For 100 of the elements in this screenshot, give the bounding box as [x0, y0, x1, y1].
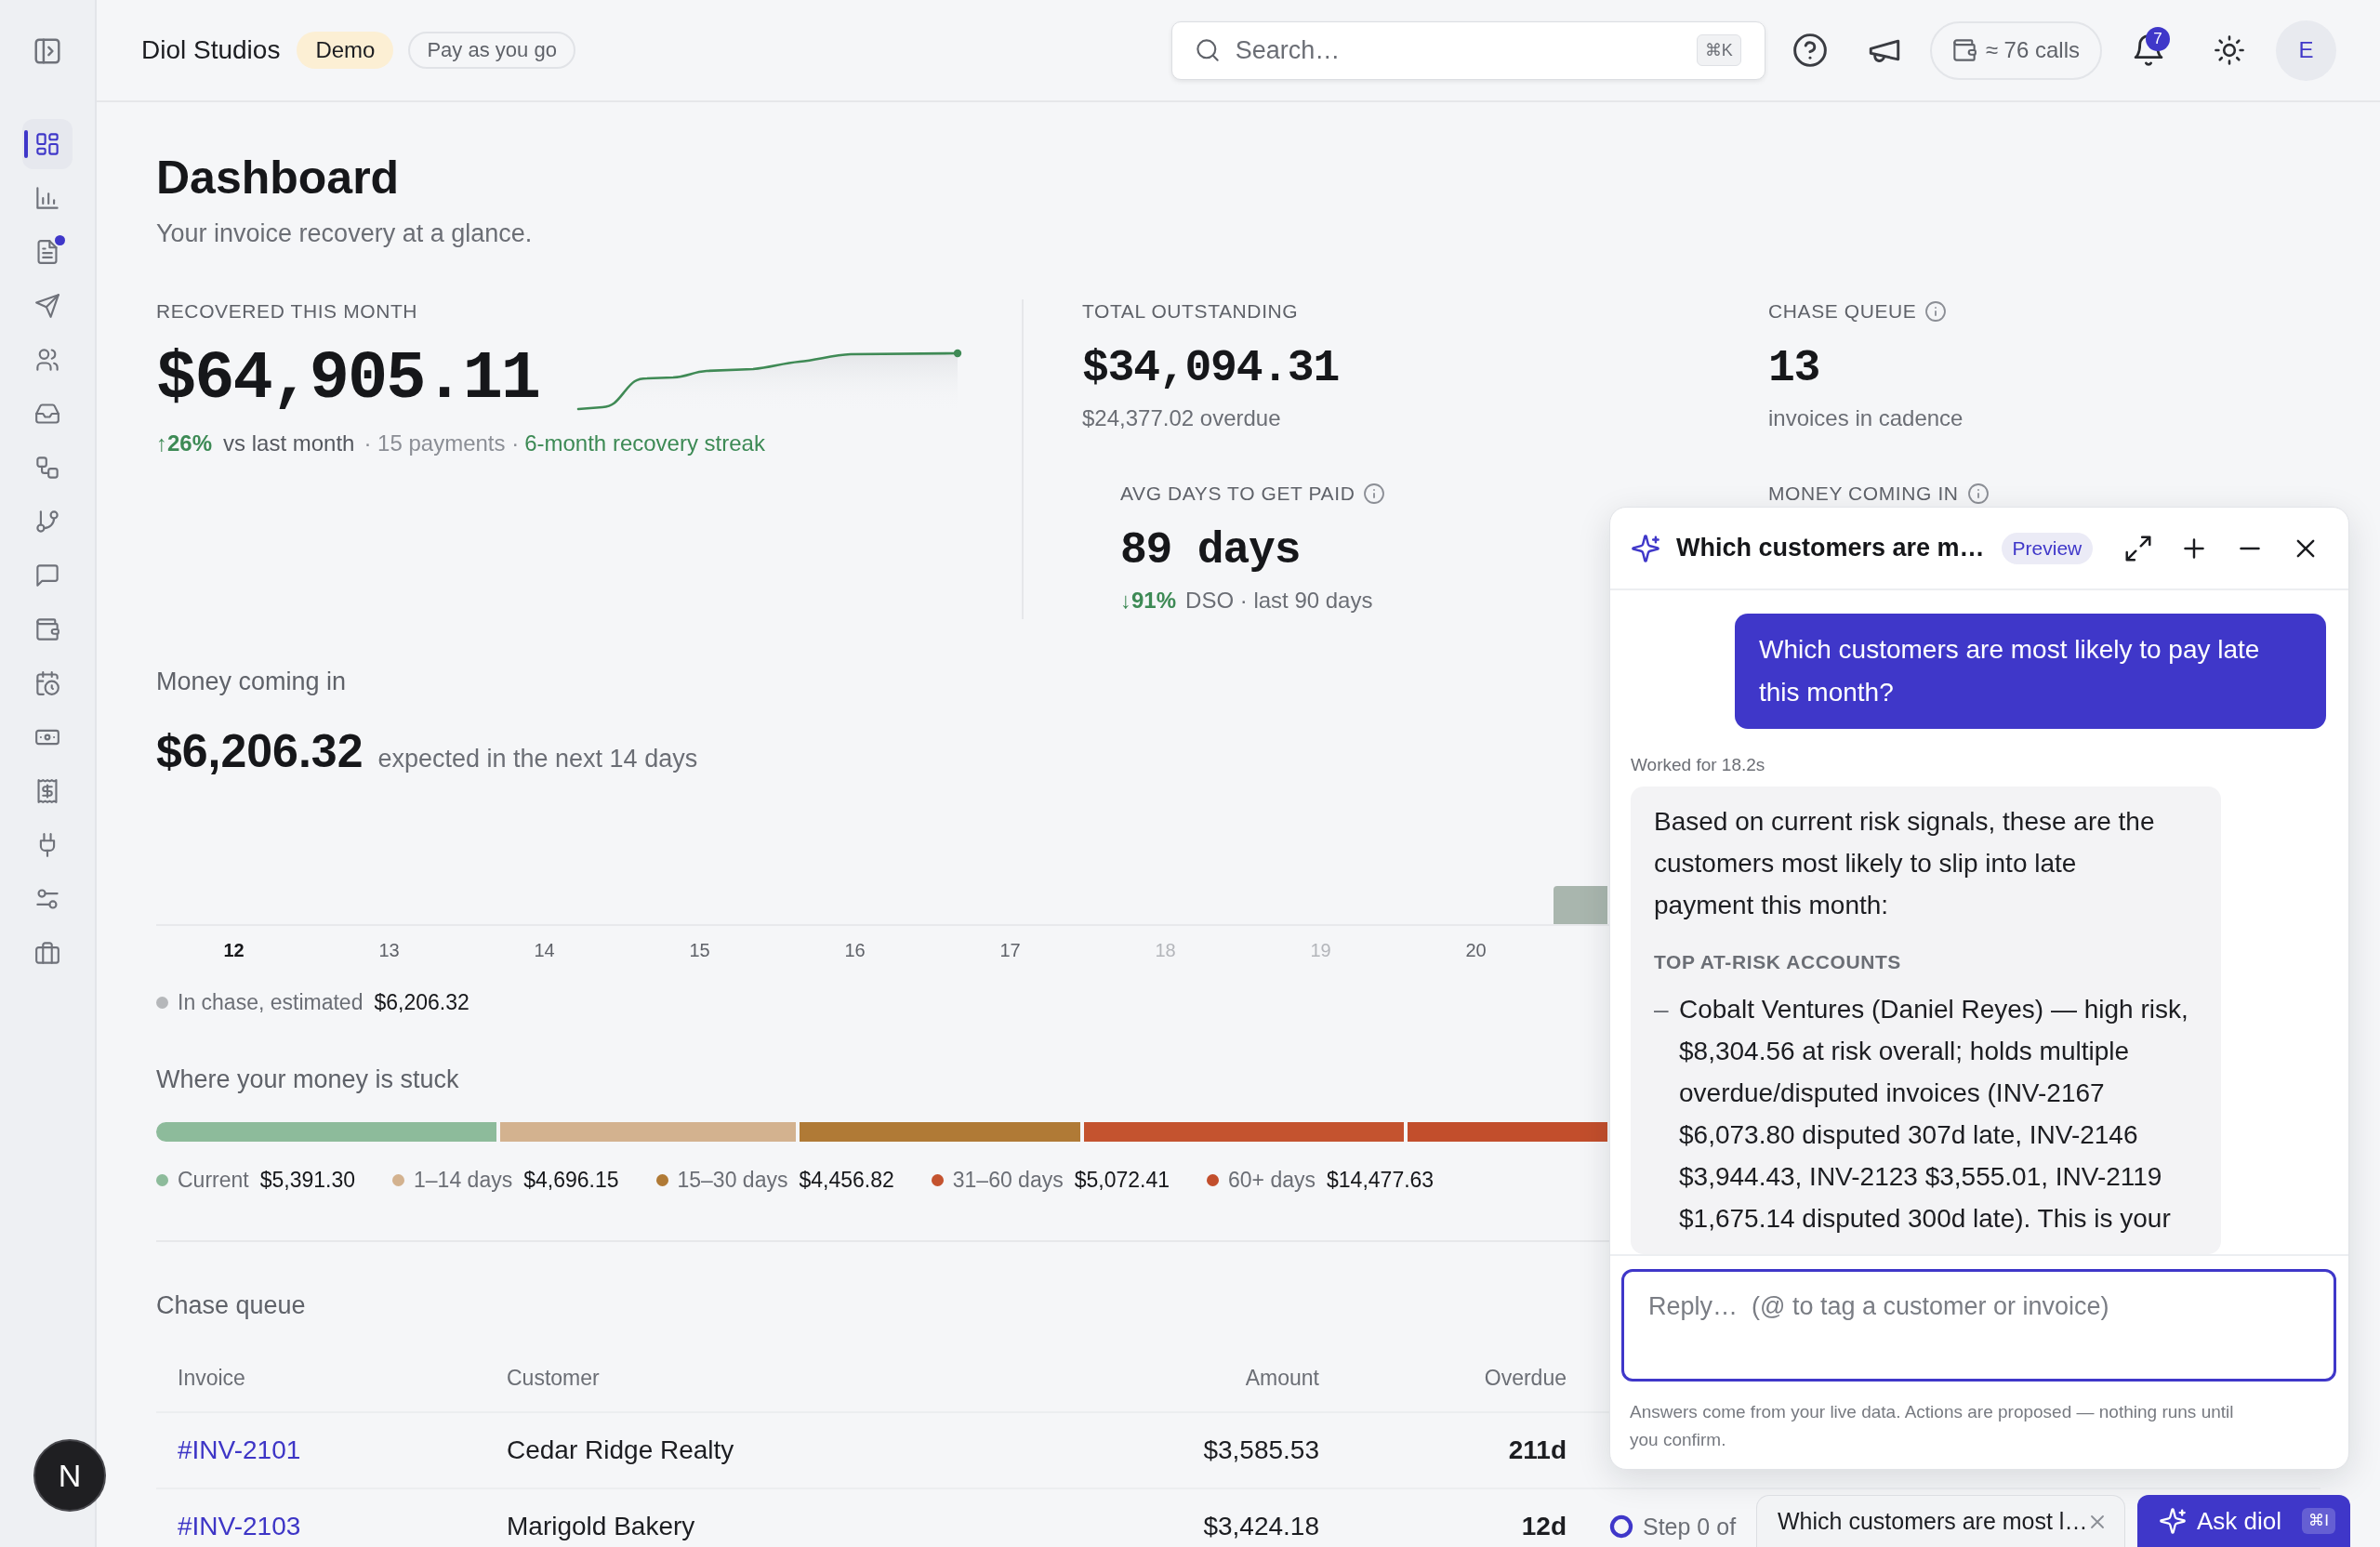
axis-label: 13	[378, 939, 400, 961]
table-cell: Cedar Ridge Realty	[507, 1435, 734, 1465]
legend-label: 15–30 days	[677, 1167, 788, 1193]
stat-caption: $24,377.02 overdue	[1082, 404, 1281, 432]
grid-icon[interactable]	[35, 132, 60, 156]
step-status: Step 0 of	[1643, 1513, 1737, 1540]
status-text: Worked for 18.2s	[1631, 754, 1765, 776]
change-indicator: ↑26%	[156, 430, 213, 457]
forecast-caption: expected in the next 14 days	[377, 745, 698, 774]
message-paragraph: Based on current risk signals, these are the customers most likely to slip into late payment this month:	[1654, 806, 2156, 921]
list-marker: –	[1654, 994, 1670, 1025]
stat-label: MONEY COMING IN	[1768, 482, 1959, 506]
axis-label: 12	[223, 939, 245, 961]
sliders-icon[interactable]	[35, 887, 60, 911]
user-message: Which customers are most likely to pay late this month?	[1735, 614, 2326, 729]
stat-caption: invoices in cadence	[1768, 404, 1964, 432]
document-icon[interactable]	[35, 240, 60, 264]
preview-badge: Preview	[2001, 532, 2094, 564]
stat-label: CHASE QUEUE	[1768, 299, 1917, 324]
sidebar-toggle-icon[interactable]	[33, 37, 61, 65]
stat-value: $64,905.11	[156, 342, 540, 416]
expand-icon[interactable]	[2124, 534, 2152, 562]
list-item-text: Cobalt Ventures (Daniel Reyes) — high risk, $8,304.56 at risk overall; holds multiple overdue/disputed invoices (INV-2167 $6,073.80 disputed 307d late, INV-2146 $3,944.43, INV-2123 $3,555.01, INV-2119 $1,675.14 disputed 300d late). This is your	[1679, 994, 2189, 1235]
payments-count: · 15 payments ·	[364, 430, 520, 457]
legend-label: Current	[178, 1167, 249, 1193]
workflow-icon[interactable]	[35, 456, 60, 480]
axis-label: 20	[1465, 939, 1487, 961]
reply-field[interactable]: Reply… (@ to tag a customer or invoice)	[1621, 1269, 2336, 1382]
bar-chart-icon[interactable]	[35, 186, 60, 210]
sidebar-item[interactable]	[22, 119, 73, 169]
stat-label: AVG DAYS TO GET PAID	[1120, 482, 1355, 506]
plan-badge: Demo	[297, 32, 394, 69]
help-icon[interactable]	[1792, 33, 1827, 67]
invoice-link[interactable]: #INV-2101	[178, 1435, 301, 1465]
sun-icon[interactable]	[2215, 35, 2244, 65]
table-cell: 211d	[1508, 1435, 1567, 1465]
legend-value: $14,477.63	[1327, 1167, 1435, 1193]
stat-value: $34,094.31	[1082, 342, 1340, 394]
comparison-text: vs last month	[223, 430, 355, 457]
section-title: Money coming in	[156, 667, 347, 697]
notification-badge: 7	[2146, 27, 2170, 51]
billing-pill: Pay as you go	[408, 32, 575, 69]
legend-label: In chase, estimated	[178, 989, 364, 1015]
users-icon[interactable]	[35, 348, 60, 372]
wallet-icon[interactable]	[35, 617, 60, 641]
forecast-bar	[1554, 886, 1607, 924]
legend-value: $6,206.32	[374, 989, 469, 1015]
calendar-clock-icon[interactable]	[35, 671, 60, 695]
legend-label: 60+ days	[1228, 1167, 1316, 1193]
table-cell: $3,585.53	[1203, 1435, 1319, 1465]
chat-title: Which customers are m…	[1676, 534, 1985, 562]
change-indicator: ↓91%	[1120, 587, 1177, 615]
stat-caption: DSO · last 90 days	[1185, 587, 1373, 615]
inbox-tray-icon[interactable]	[35, 402, 60, 426]
legend-label: 1–14 days	[414, 1167, 513, 1193]
section-title: Where your money is stuck	[156, 1064, 459, 1095]
table-cell: Marigold Bakery	[507, 1512, 695, 1541]
usage-button[interactable]: ≈ 76 calls	[1929, 20, 2102, 80]
axis-label: 16	[844, 939, 866, 961]
column-header: Overdue	[1484, 1365, 1567, 1391]
section-heading: TOP AT-RISK ACCOUNTS	[1654, 950, 1901, 974]
workspace-name: Diol Studios	[141, 35, 281, 65]
column-header: Invoice	[178, 1365, 245, 1391]
stat-label: RECOVERED THIS MONTH	[156, 299, 418, 324]
avatar[interactable]: E	[2276, 20, 2336, 81]
table-cell: 12d	[1521, 1512, 1567, 1541]
chat-tab[interactable]: Which customers are most l…	[1756, 1495, 2125, 1547]
axis-label: 17	[999, 939, 1021, 961]
status-ring-icon	[1609, 1514, 1633, 1539]
page-subtitle: Your invoice recovery at a glance.	[156, 218, 533, 249]
legend-label: 31–60 days	[952, 1167, 1064, 1193]
column-header: Amount	[1245, 1365, 1319, 1391]
stat-value: 13	[1768, 342, 1820, 394]
receipt-icon[interactable]	[35, 779, 60, 803]
branch-icon[interactable]	[35, 509, 60, 534]
chat-bubble-icon[interactable]	[35, 563, 60, 588]
footnote: Answers come from your live data. Actions are proposed — nothing runs until you confirm.	[1630, 1401, 2235, 1451]
legend-value: $4,696.15	[523, 1167, 619, 1193]
legend-value: $5,072.41	[1074, 1167, 1170, 1193]
invoice-link[interactable]: #INV-2103	[178, 1512, 301, 1541]
sparkle-icon	[1632, 534, 1659, 562]
briefcase-icon[interactable]	[35, 941, 60, 965]
wallet-icon	[1951, 38, 1977, 62]
search-icon	[1195, 37, 1220, 62]
shortcut-key: ⌘K	[1696, 33, 1741, 66]
sparkle-icon	[2160, 1508, 2186, 1534]
section-title: Chase queue	[156, 1290, 306, 1321]
legend-value: $4,456.82	[799, 1167, 894, 1193]
page-title: Dashboard	[156, 151, 400, 205]
column-header: Customer	[507, 1365, 600, 1391]
axis-label: 14	[534, 939, 555, 961]
shortcut-key: ⌘I	[2302, 1508, 2335, 1534]
axis-label: 15	[689, 939, 710, 961]
paper-plane-icon[interactable]	[35, 294, 60, 318]
stat-label: TOTAL OUTSTANDING	[1082, 299, 1299, 324]
ask-button[interactable]: Ask diol ⌘I	[2137, 1495, 2350, 1547]
axis-label: 19	[1310, 939, 1331, 961]
table-cell: $3,424.18	[1203, 1512, 1319, 1541]
axis-label: 18	[1155, 939, 1176, 961]
forecast-amount: $6,206.32	[156, 724, 364, 779]
